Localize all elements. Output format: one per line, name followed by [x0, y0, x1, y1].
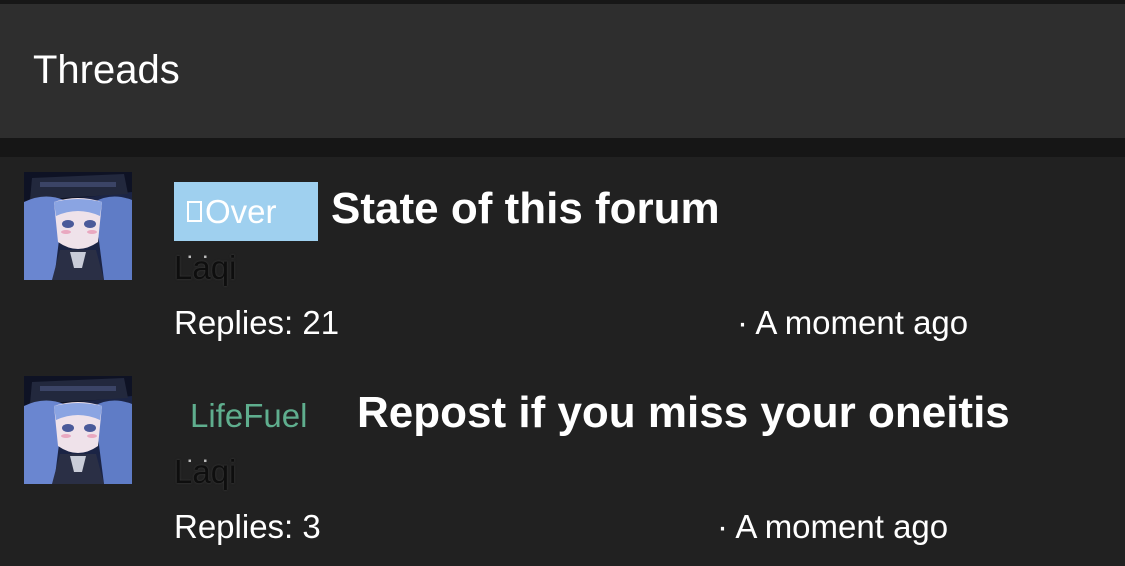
anime-avatar-icon[interactable] — [24, 172, 132, 280]
anime-avatar-icon[interactable] — [24, 376, 132, 484]
header-divider — [0, 138, 1125, 157]
thread-tag-over[interactable]: Over — [174, 182, 318, 241]
thread-tag-label: Over — [205, 192, 277, 230]
thread-author[interactable]: Laqi — [174, 453, 236, 491]
thread-replies: Replies: 3 — [174, 508, 321, 545]
thread-row[interactable]: LifeFuel Repost if you miss your oneitis… — [0, 361, 1125, 561]
page-title: Threads — [33, 47, 180, 92]
thread-replies: Replies: 21 — [174, 304, 340, 341]
thread-title[interactable]: State of this forum — [331, 184, 720, 234]
thread-author[interactable]: Laqi — [174, 249, 236, 287]
thread-row[interactable]: Over State of this forum ▪▪ Laqi Replies… — [0, 157, 1125, 357]
thread-timestamp: · A moment ago — [737, 304, 969, 341]
thread-list: Over State of this forum ▪▪ Laqi Replies… — [0, 157, 1125, 566]
thread-timestamp: · A moment ago — [717, 508, 949, 545]
thread-tag-lifefuel[interactable]: LifeFuel — [174, 386, 307, 445]
thread-tag-label: LifeFuel — [190, 396, 308, 434]
tag-box-icon — [187, 201, 202, 222]
threads-header: Threads — [0, 4, 1125, 138]
thread-title[interactable]: Repost if you miss your oneitis — [357, 388, 1010, 438]
